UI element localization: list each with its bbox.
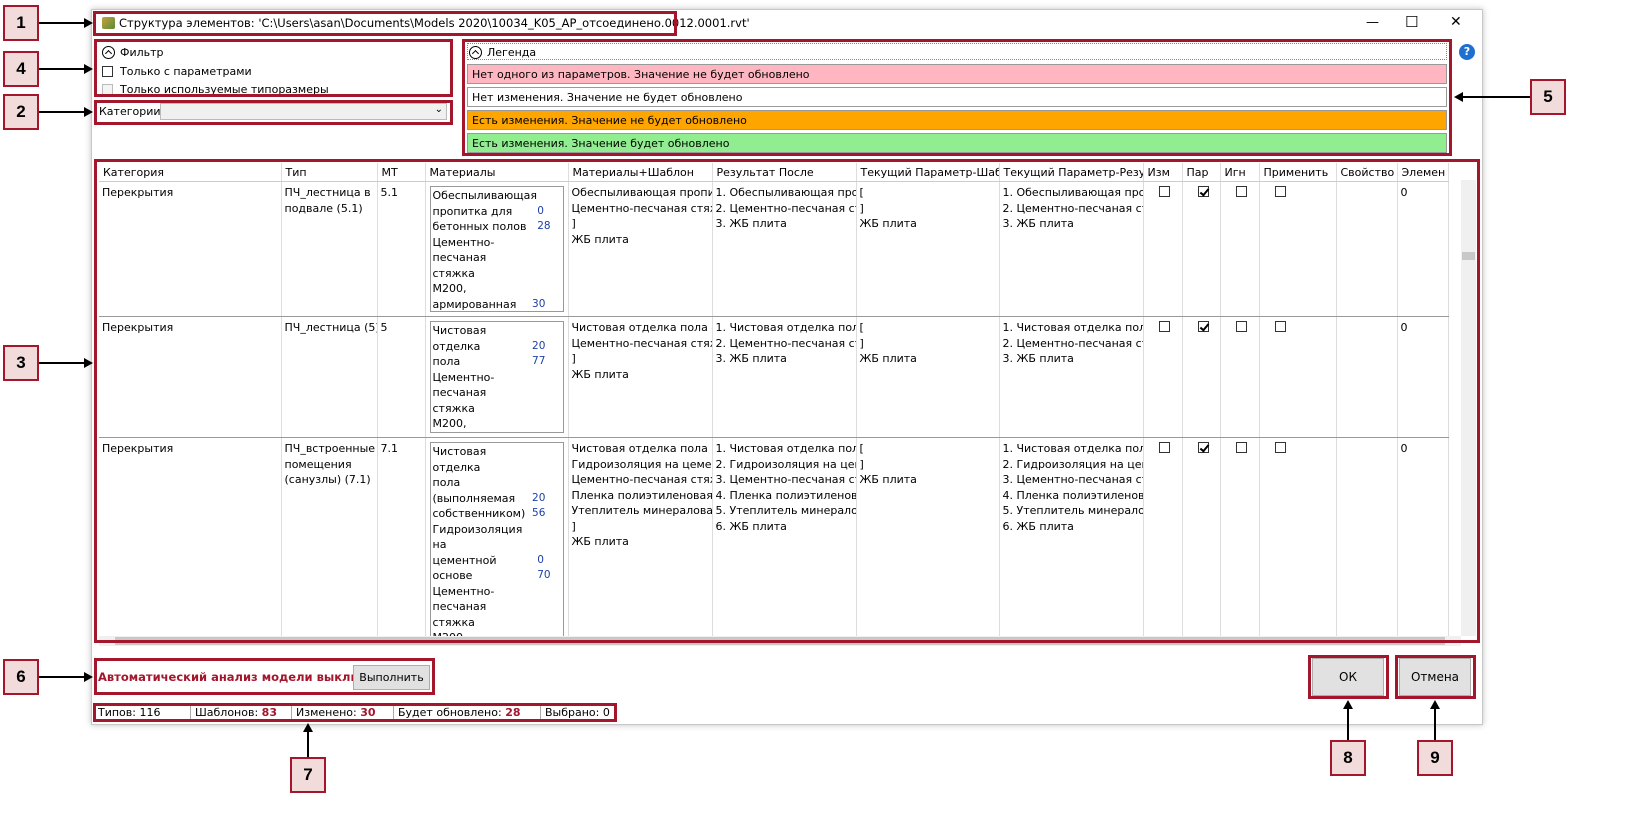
callout-4: 4 — [3, 51, 39, 87]
arrow-line — [39, 68, 87, 70]
highlight-table — [94, 159, 1480, 643]
callout-2: 2 — [3, 94, 39, 130]
callout-3: 3 — [3, 345, 39, 381]
arrow-head — [84, 18, 93, 28]
arrow-head — [1454, 92, 1463, 102]
highlight-categories — [94, 100, 453, 125]
help-icon[interactable]: ? — [1459, 44, 1475, 60]
highlight-filter — [94, 39, 453, 97]
arrow-line — [1347, 707, 1349, 740]
minimize-button[interactable]: — — [1366, 15, 1379, 30]
callout-9: 9 — [1417, 740, 1453, 776]
highlight-title — [93, 11, 677, 36]
close-button[interactable]: ✕ — [1450, 14, 1462, 30]
callout-7: 7 — [290, 757, 326, 793]
arrow-line — [39, 676, 87, 678]
arrow-line — [1434, 707, 1436, 740]
callout-6: 6 — [3, 659, 39, 695]
highlight-cancel — [1395, 655, 1476, 699]
arrow-head — [1430, 700, 1440, 709]
maximize-button[interactable]: ☐ — [1405, 13, 1418, 31]
arrow-line — [307, 730, 309, 757]
highlight-status — [93, 703, 617, 722]
highlight-legend — [462, 39, 1452, 156]
arrow-line — [39, 362, 87, 364]
arrow-head — [84, 358, 93, 368]
arrow-head — [84, 64, 93, 74]
callout-5: 5 — [1530, 79, 1566, 115]
arrow-line — [39, 111, 87, 113]
arrow-head — [303, 723, 313, 732]
arrow-head — [84, 672, 93, 682]
highlight-ok — [1308, 655, 1389, 699]
callout-8: 8 — [1330, 740, 1366, 776]
arrow-line — [39, 22, 87, 24]
arrow-head — [1343, 700, 1353, 709]
highlight-auto-analysis — [94, 658, 435, 695]
arrow-head — [84, 107, 93, 117]
callout-1: 1 — [3, 5, 39, 41]
arrow-line — [1461, 96, 1530, 98]
